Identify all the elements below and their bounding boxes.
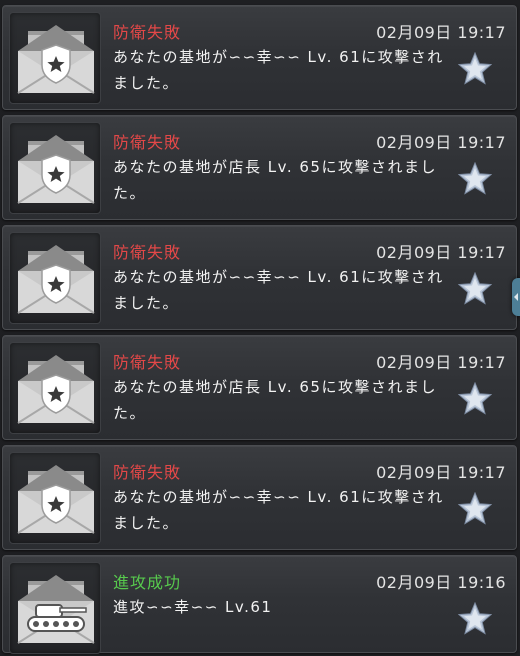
message-list: 防衛失敗 02月09日 19:17 あなたの基地が∽∽幸∽∽ Lv. 61に攻撃… [0,0,520,656]
message-body: あなたの基地が店長 Lv. 65に攻撃されまし た。 [113,374,453,426]
message-timestamp: 02月09日 19:17 [376,133,506,152]
tank-envelope-icon [9,562,101,654]
message-body: 進攻∽∽幸∽∽ Lv.61 [113,594,453,620]
message-timestamp: 02月09日 19:16 [376,573,506,592]
message-body: あなたの基地が∽∽幸∽∽ Lv. 61に攻撃され ました。 [113,484,453,536]
star-icon[interactable] [458,272,492,306]
message-timestamp: 02月09日 19:17 [376,243,506,262]
message-title: 防衛失敗 [113,463,182,482]
message-title: 防衛失敗 [113,243,182,262]
message-body-line: あなたの基地が店長 Lv. 65に攻撃されまし [113,158,437,176]
message-title: 防衛失敗 [113,133,182,152]
message-timestamp: 02月09日 19:17 [376,23,506,42]
message-body: あなたの基地が∽∽幸∽∽ Lv. 61に攻撃され ました。 [113,264,453,316]
message-item[interactable]: 防衛失敗 02月09日 19:17 あなたの基地が∽∽幸∽∽ Lv. 61に攻撃… [2,445,517,550]
star-icon[interactable] [458,52,492,86]
message-body-line: た。 [113,184,147,202]
side-panel-toggle[interactable] [512,278,520,316]
star-icon[interactable] [458,492,492,526]
star-icon[interactable] [458,162,492,196]
message-body-line: あなたの基地が∽∽幸∽∽ Lv. 61に攻撃され [113,488,444,506]
message-body-line: ました。 [113,294,180,312]
message-body-line: あなたの基地が∽∽幸∽∽ Lv. 61に攻撃され [113,48,444,66]
star-icon[interactable] [458,602,492,636]
message-body-line: ました。 [113,74,180,92]
message-body-line: ました。 [113,514,180,532]
message-timestamp: 02月09日 19:17 [376,353,506,372]
message-body-line: あなたの基地が店長 Lv. 65に攻撃されまし [113,378,437,396]
message-item[interactable]: 防衛失敗 02月09日 19:17 あなたの基地が∽∽幸∽∽ Lv. 61に攻撃… [2,5,517,110]
message-body-line: た。 [113,404,147,422]
message-item[interactable]: 進攻成功 02月09日 19:16 進攻∽∽幸∽∽ Lv.61 [2,555,517,654]
message-title: 防衛失敗 [113,23,182,42]
message-body-line: 進攻∽∽幸∽∽ Lv.61 [113,598,273,616]
message-title: 進攻成功 [113,573,182,592]
shield-envelope-icon [9,452,101,544]
shield-envelope-icon [9,232,101,324]
shield-envelope-icon [9,122,101,214]
message-body: あなたの基地が店長 Lv. 65に攻撃されまし た。 [113,154,453,206]
message-body-line: あなたの基地が∽∽幸∽∽ Lv. 61に攻撃され [113,268,444,286]
message-item[interactable]: 防衛失敗 02月09日 19:17 あなたの基地が店長 Lv. 65に攻撃されま… [2,335,517,440]
message-timestamp: 02月09日 19:17 [376,463,506,482]
message-title: 防衛失敗 [113,353,182,372]
shield-envelope-icon [9,342,101,434]
message-item[interactable]: 防衛失敗 02月09日 19:17 あなたの基地が店長 Lv. 65に攻撃されま… [2,115,517,220]
message-item[interactable]: 防衛失敗 02月09日 19:17 あなたの基地が∽∽幸∽∽ Lv. 61に攻撃… [2,225,517,330]
message-body: あなたの基地が∽∽幸∽∽ Lv. 61に攻撃され ました。 [113,44,453,96]
star-icon[interactable] [458,382,492,416]
shield-envelope-icon [9,12,101,104]
